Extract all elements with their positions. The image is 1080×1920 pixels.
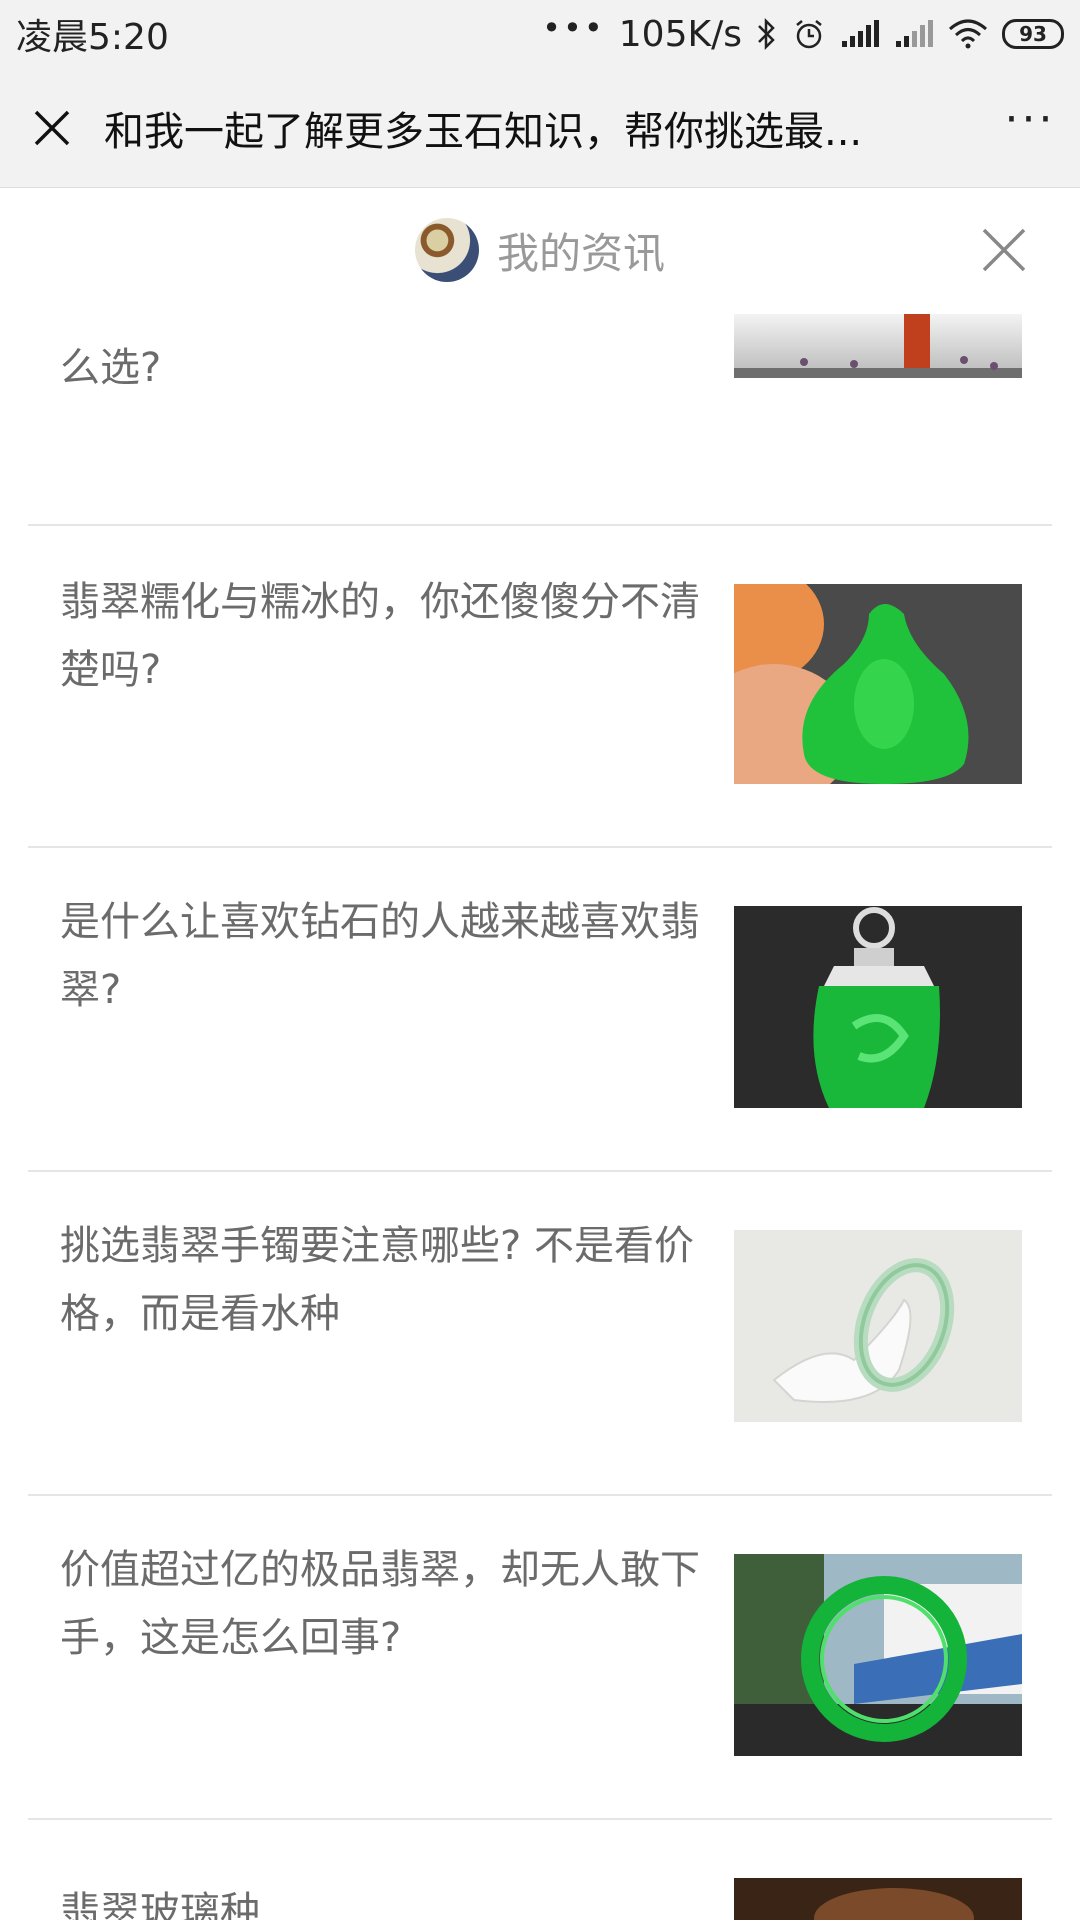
article-thumbnail bbox=[734, 1878, 1022, 1920]
article-item[interactable]: 么选? bbox=[28, 310, 1052, 526]
article-thumbnail bbox=[734, 906, 1022, 1108]
network-speed: 105K/s bbox=[618, 13, 742, 55]
more-notifications-icon: ••• bbox=[542, 9, 605, 47]
article-thumbnail bbox=[734, 1554, 1022, 1756]
article-thumbnail bbox=[734, 314, 1022, 378]
article-title: 么选? bbox=[60, 345, 162, 391]
article-title: 挑选翡翠手镯要注意哪些? 不是看价格，而是看水种 bbox=[60, 1223, 694, 1337]
article-title: 翡翠糯化与糯冰的，你还傻傻分不清楚吗? bbox=[60, 579, 700, 693]
nav-bar: 和我一起了解更多玉石知识，帮你挑选最... ··· bbox=[0, 68, 1080, 188]
article-title: 价值超过亿的极品翡翠，却无人敢下手，这是怎么回事? bbox=[60, 1547, 700, 1661]
avatar bbox=[414, 218, 479, 282]
article-item[interactable]: 翡翠玻璃种 bbox=[28, 1820, 1052, 1920]
article-item[interactable]: 翡翠糯化与糯冰的，你还傻傻分不清楚吗? bbox=[28, 526, 1052, 846]
more-icon: ··· bbox=[1004, 94, 1056, 145]
page-title: 和我一起了解更多玉石知识，帮你挑选最... bbox=[104, 108, 863, 155]
battery-icon: 93 bbox=[1002, 19, 1064, 49]
article-item[interactable]: 是什么让喜欢钻石的人越来越喜欢翡翠? bbox=[28, 848, 1052, 1170]
panel-close-icon[interactable] bbox=[978, 224, 1030, 276]
panel-title: 我的资讯 bbox=[496, 228, 665, 278]
more-button[interactable]: ··· bbox=[980, 60, 1080, 180]
alarm-icon bbox=[796, 20, 822, 49]
article-item[interactable]: 挑选翡翠手镯要注意哪些? 不是看价格，而是看水种 bbox=[28, 1172, 1052, 1494]
status-bar: 凌晨5:20 ••• 105K/s 93 bbox=[0, 0, 1080, 68]
signal-icon bbox=[896, 20, 933, 47]
article-title: 翡翠玻璃种 bbox=[60, 1889, 260, 1920]
article-title: 是什么让喜欢钻石的人越来越喜欢翡翠? bbox=[60, 899, 700, 1013]
status-time: 凌晨5:20 bbox=[16, 17, 169, 58]
bluetooth-icon bbox=[758, 17, 775, 51]
signal-icon bbox=[842, 20, 879, 47]
status-icons: ••• 105K/s 93 bbox=[542, 9, 1064, 55]
close-button[interactable] bbox=[0, 68, 104, 188]
article-thumbnail bbox=[734, 1230, 1022, 1422]
panel-header: 我的资讯 bbox=[0, 190, 1080, 310]
article-item[interactable]: 价值超过亿的极品翡翠，却无人敢下手，这是怎么回事? bbox=[28, 1496, 1052, 1818]
article-thumbnail bbox=[734, 584, 1022, 784]
close-icon bbox=[34, 110, 70, 145]
wifi-icon bbox=[949, 19, 987, 49]
